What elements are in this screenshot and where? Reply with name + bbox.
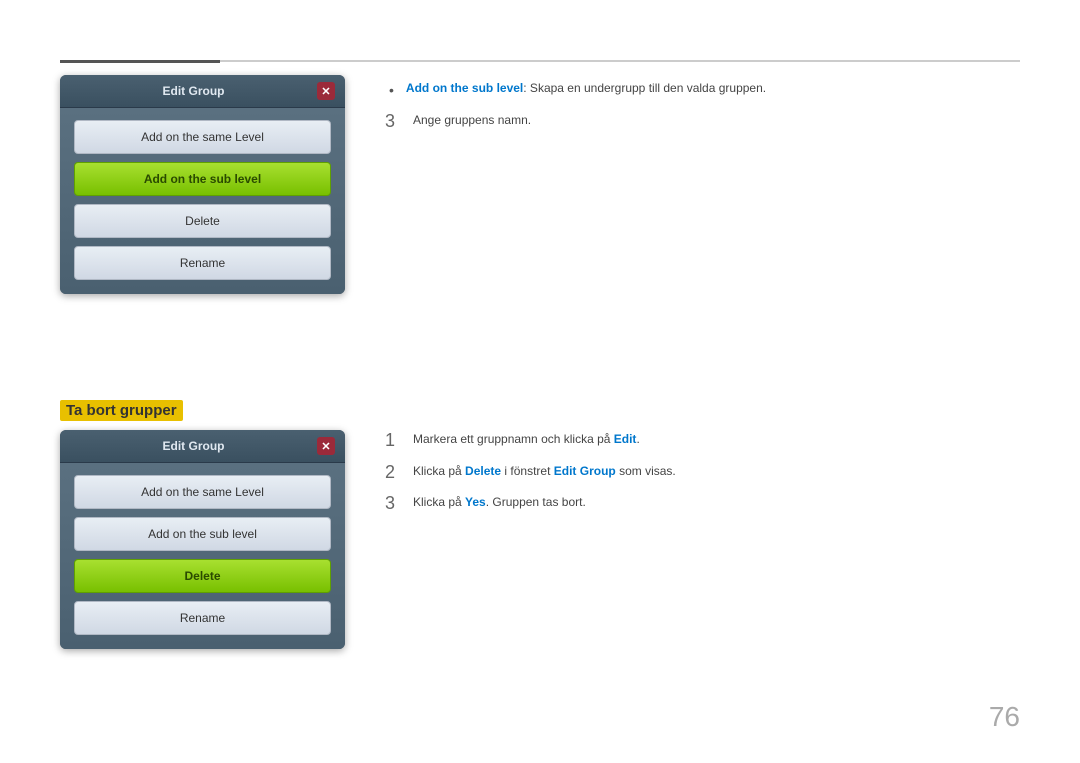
- btn-add-sub-level-bottom[interactable]: Add on the sub level: [74, 517, 331, 551]
- step1-text-before: Markera ett gruppnamn och klicka på: [413, 432, 614, 446]
- dialog-titlebar-bottom: Edit Group ✕: [60, 430, 345, 463]
- step3-yes-link: Yes: [465, 495, 486, 509]
- bottom-step1: 1 Markera ett gruppnamn och klicka på Ed…: [385, 430, 1020, 452]
- step2-text-middle: i fönstret: [501, 464, 554, 478]
- top-instruction-step3: 3 Ange gruppens namn.: [385, 111, 1020, 133]
- step2-text-after: som visas.: [616, 464, 676, 478]
- bottom-step2: 2 Klicka på Delete i fönstret Edit Group…: [385, 462, 1020, 484]
- bullet-dot: •: [385, 79, 394, 101]
- top-rule-accent: [60, 60, 220, 63]
- dialog-body-top: Add on the same Level Add on the sub lev…: [60, 108, 345, 294]
- edit-group-dialog-top: Edit Group ✕ Add on the same Level Add o…: [60, 75, 345, 294]
- top-instruction-list: • Add on the sub level: Skapa en undergr…: [385, 79, 1020, 133]
- section-heading-ta-bort: Ta bort grupper: [60, 400, 183, 421]
- dialog-titlebar-top: Edit Group ✕: [60, 75, 345, 108]
- bottom-numbered-list: 1 Markera ett gruppnamn och klicka på Ed…: [385, 430, 1020, 515]
- step2-delete-link: Delete: [465, 464, 501, 478]
- dialog-title-top: Edit Group: [70, 84, 317, 98]
- edit-group-dialog-bottom: Edit Group ✕ Add on the same Level Add o…: [60, 430, 345, 649]
- section-bottom: Edit Group ✕ Add on the same Level Add o…: [60, 430, 1020, 649]
- dialog-close-button-bottom[interactable]: ✕: [317, 437, 335, 455]
- section-top: Edit Group ✕ Add on the same Level Add o…: [60, 75, 1020, 294]
- step-number-3-bottom: 3: [385, 493, 401, 515]
- step-number-1: 1: [385, 430, 401, 452]
- page-number: 76: [989, 701, 1020, 733]
- step2-text-before: Klicka på: [413, 464, 465, 478]
- btn-delete-top[interactable]: Delete: [74, 204, 331, 238]
- bottom-step3: 3 Klicka på Yes. Gruppen tas bort.: [385, 493, 1020, 515]
- step1-text: Markera ett gruppnamn och klicka på Edit…: [413, 430, 640, 449]
- heading-highlight-text: Ta bort grupper: [60, 400, 183, 421]
- step2-edit-group-link: Edit Group: [554, 464, 616, 478]
- step3-text-after: . Gruppen tas bort.: [486, 495, 586, 509]
- top-instruction-bullet: • Add on the sub level: Skapa en undergr…: [385, 79, 1020, 101]
- btn-rename-bottom[interactable]: Rename: [74, 601, 331, 635]
- dialog-title-bottom: Edit Group: [70, 439, 317, 453]
- btn-add-same-level-bottom[interactable]: Add on the same Level: [74, 475, 331, 509]
- step3-text-before: Klicka på: [413, 495, 465, 509]
- btn-add-same-level-top[interactable]: Add on the same Level: [74, 120, 331, 154]
- btn-delete-bottom[interactable]: Delete: [74, 559, 331, 593]
- top-bullet-text-after: : Skapa en undergrupp till den valda gru…: [523, 81, 766, 95]
- step3-text: Klicka på Yes. Gruppen tas bort.: [413, 493, 586, 512]
- step1-text-after: .: [636, 432, 639, 446]
- step-number-2: 2: [385, 462, 401, 484]
- step2-text: Klicka på Delete i fönstret Edit Group s…: [413, 462, 676, 481]
- btn-add-sub-level-top[interactable]: Add on the sub level: [74, 162, 331, 196]
- step-number-3-top: 3: [385, 111, 401, 133]
- top-instructions: • Add on the sub level: Skapa en undergr…: [385, 75, 1020, 294]
- add-on-sub-level-link: Add on the sub level: [406, 81, 523, 95]
- dialog-body-bottom: Add on the same Level Add on the sub lev…: [60, 463, 345, 649]
- btn-rename-top[interactable]: Rename: [74, 246, 331, 280]
- step3-top-text: Ange gruppens namn.: [413, 111, 531, 130]
- bottom-instructions: 1 Markera ett gruppnamn och klicka på Ed…: [385, 430, 1020, 649]
- dialog-close-button-top[interactable]: ✕: [317, 82, 335, 100]
- step1-edit-link: Edit: [614, 432, 637, 446]
- top-bullet-text: Add on the sub level: Skapa en undergrup…: [406, 79, 766, 98]
